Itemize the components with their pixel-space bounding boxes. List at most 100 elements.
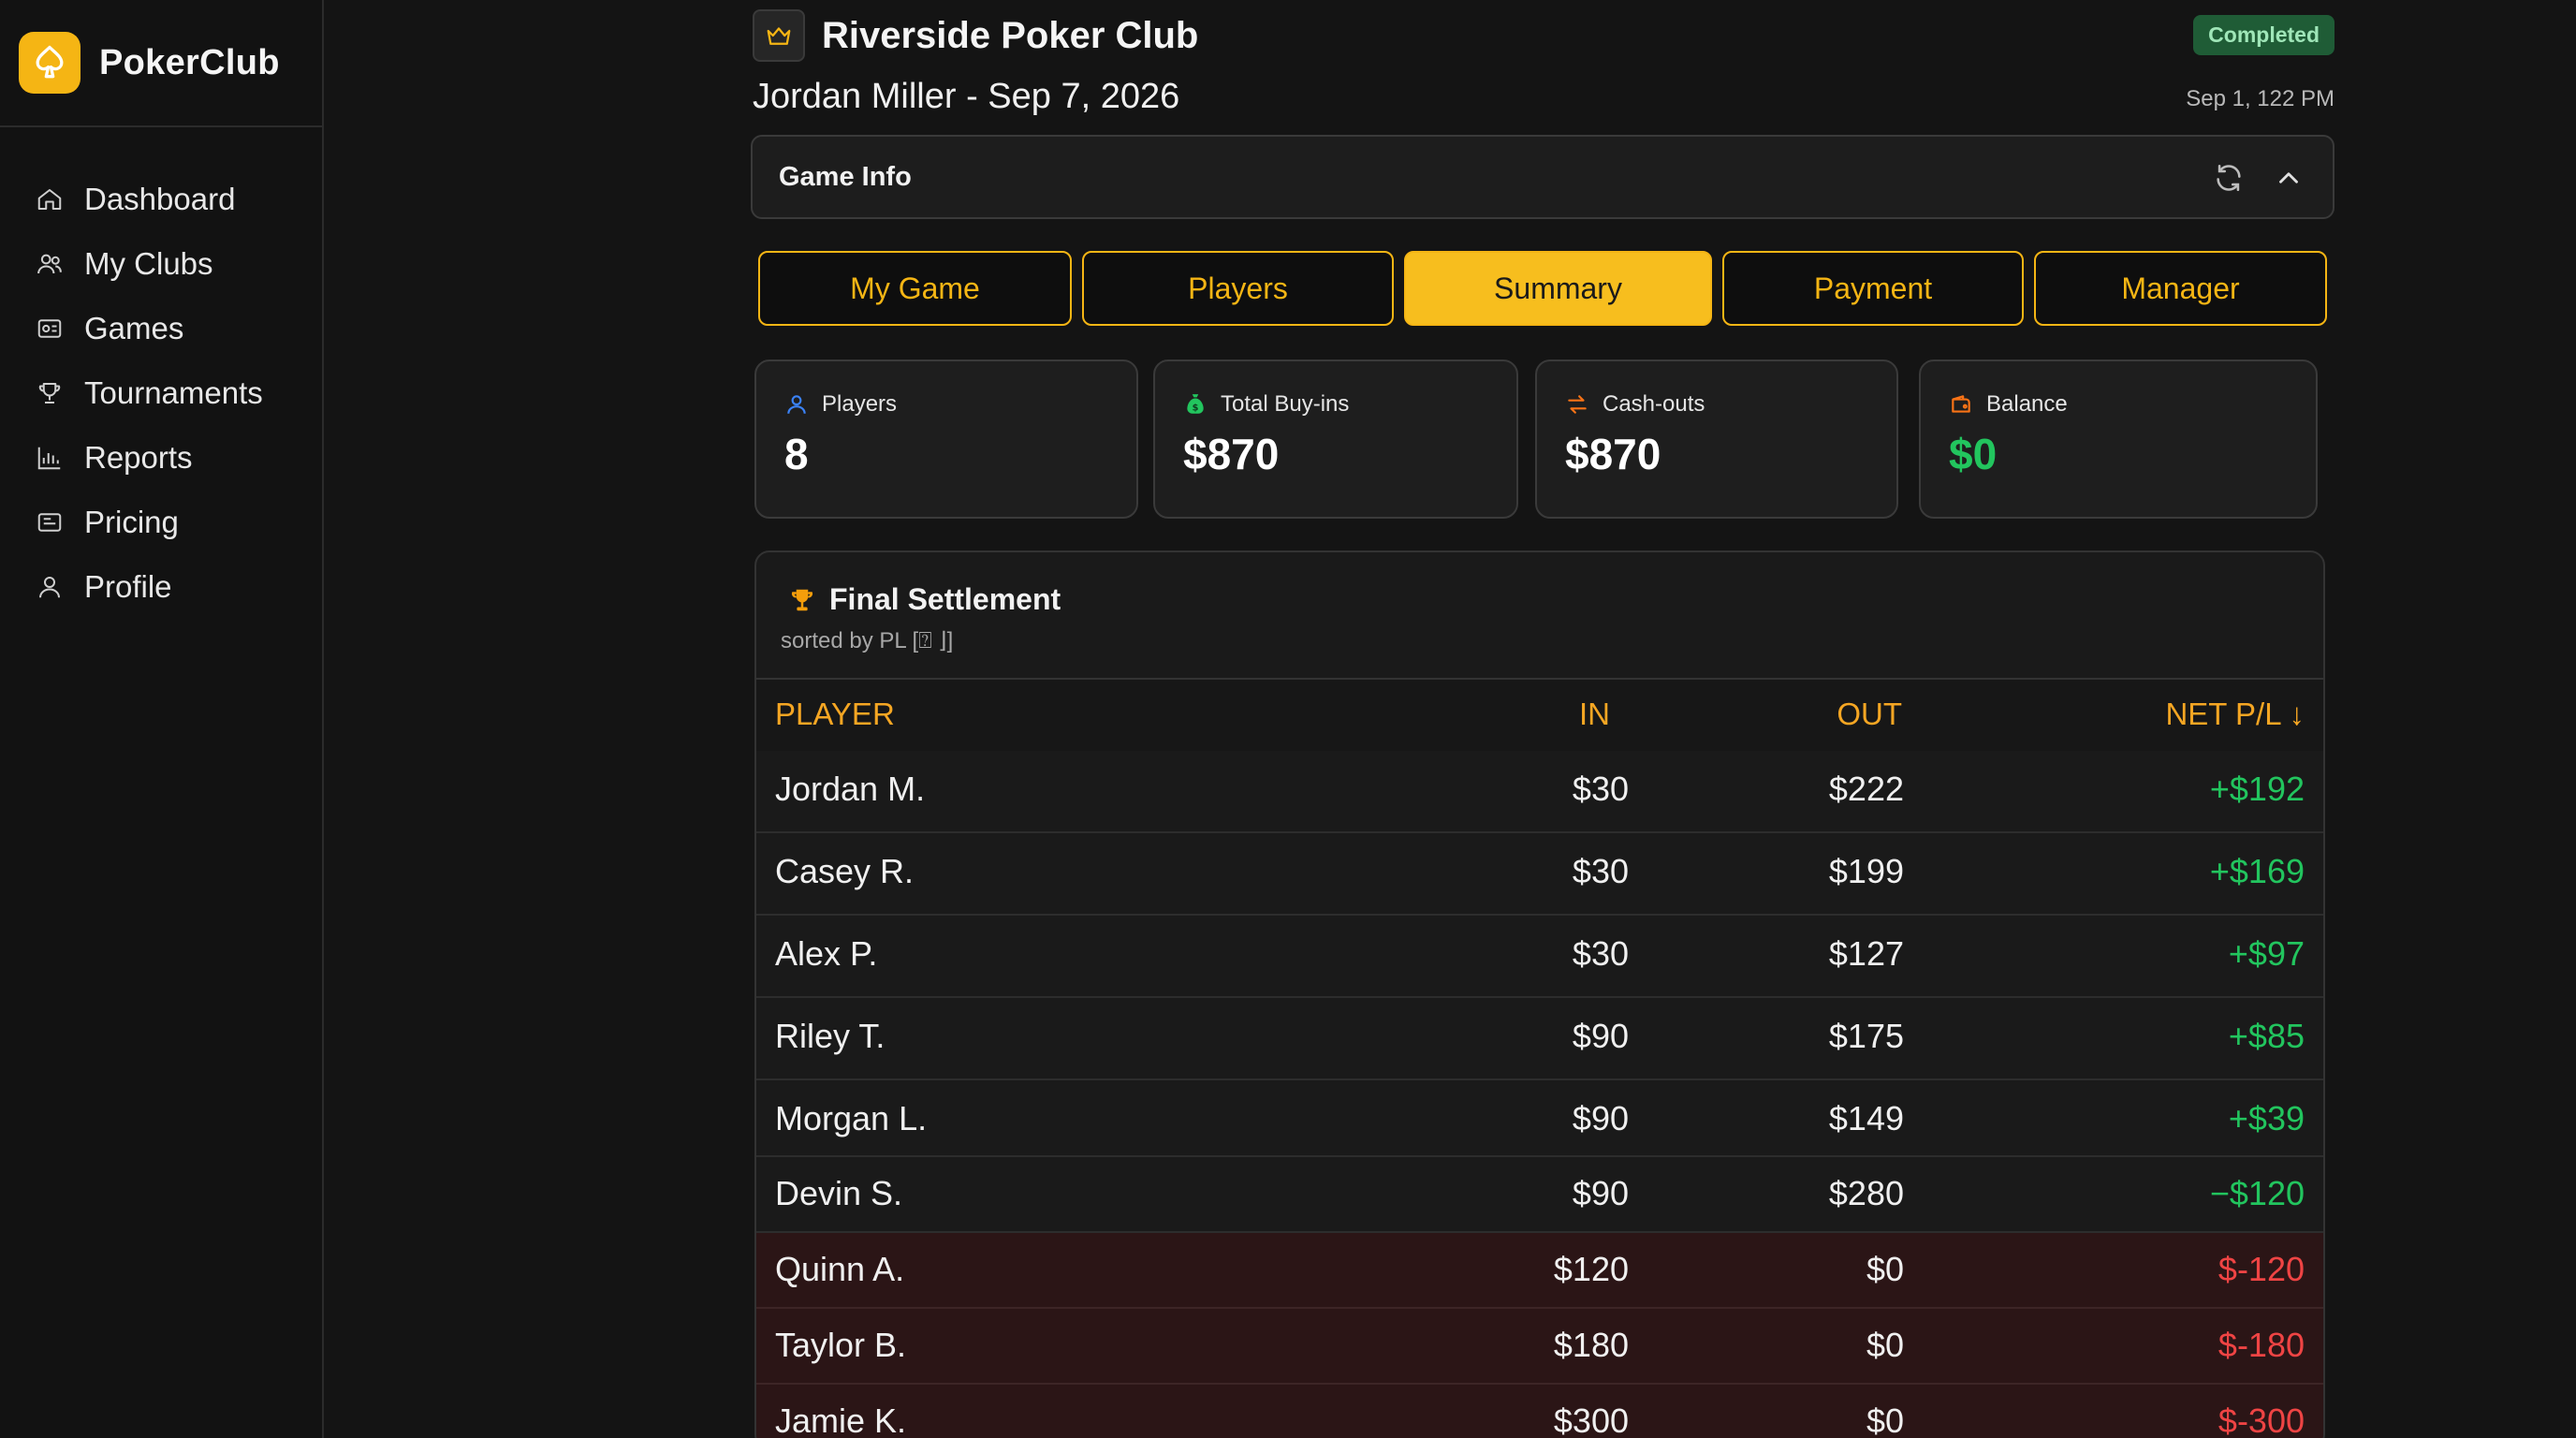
stat-label: Cash-outs	[1603, 391, 1705, 417]
net-pl: +$85	[2228, 1017, 2305, 1055]
tab-players[interactable]: Players	[1082, 251, 1394, 326]
column-header-in[interactable]: IN	[1579, 697, 1610, 732]
game-info-title: Game Info	[779, 161, 912, 192]
stat-value: $870	[1183, 430, 1280, 478]
wallet-icon	[1952, 395, 1970, 413]
buy-in-amount: $30	[1572, 852, 1629, 890]
trophy-icon	[38, 382, 61, 404]
sidebar-item-label: Tournaments	[84, 374, 263, 410]
club-name: Riverside Poker Club	[822, 14, 1199, 56]
player-name: Jordan M.	[775, 770, 926, 808]
table-body: Jordan M. $30 $222 +$192 Casey R. $30 $1…	[756, 751, 2323, 1438]
tab-my-game[interactable]: My Game	[758, 251, 1072, 326]
stat-label: Balance	[1986, 391, 2068, 417]
crown-icon	[753, 9, 805, 62]
player-name: Riley T.	[775, 1017, 886, 1055]
stat-card-cash-outs: Cash-outs $870	[1535, 360, 1898, 519]
player-name: Quinn A.	[775, 1250, 905, 1288]
sidebar-item-games[interactable]: Games	[0, 296, 322, 360]
net-pl: $-120	[2217, 1250, 2305, 1288]
svg-text:$: $	[1193, 404, 1199, 414]
buy-in-amount: $30	[1572, 934, 1629, 973]
stat-value: $870	[1565, 430, 1661, 478]
table-header: PLAYER IN OUT NET P/L ↓	[756, 680, 2323, 751]
cash-out-amount: $0	[1866, 1401, 1904, 1438]
sort-indicator[interactable]: sorted by PL [⍰ ⌋]	[781, 627, 953, 654]
cash-out-amount: $127	[1828, 934, 1904, 973]
table-row: Jordan M. $30 $222 +$192	[756, 751, 2323, 833]
settlement-header: Final Settlement sorted by PL [⍰ ⌋]	[756, 552, 2323, 680]
table-row: Taylor B. $180 $0 $-180	[756, 1309, 2323, 1385]
final-settlement-panel: Final Settlement sorted by PL [⍰ ⌋] PLAY…	[754, 550, 2325, 1438]
player-name: Jamie K.	[775, 1401, 907, 1438]
buy-in-amount: $90	[1572, 1017, 1629, 1055]
sidebar-item-tournaments[interactable]: Tournaments	[0, 360, 322, 425]
sidebar-item-dashboard[interactable]: Dashboard	[0, 167, 322, 231]
sidebar-item-pricing[interactable]: Pricing	[0, 490, 322, 554]
cash-out-amount: $175	[1828, 1017, 1904, 1055]
net-pl: +$97	[2228, 934, 2305, 973]
net-pl: $-180	[2217, 1326, 2305, 1364]
game-subtitle: Jordan Miller - Sep 7, 2026	[753, 77, 1180, 116]
cash-out-amount: $0	[1866, 1250, 1904, 1288]
money-bag-icon: $	[1187, 394, 1204, 414]
player-name: Alex P.	[775, 934, 878, 973]
table-row: Casey R. $30 $199 +$169	[756, 833, 2323, 916]
chevron-up-icon[interactable]	[2273, 162, 2305, 194]
users-icon	[37, 254, 62, 273]
table-row: Alex P. $30 $127 +$97	[756, 916, 2323, 998]
sidebar-item-my-clubs[interactable]: My Clubs	[0, 231, 322, 296]
column-header-player[interactable]: PLAYER	[775, 697, 895, 732]
table-row: Jamie K. $300 $0 $-300	[756, 1385, 2323, 1438]
column-header-out[interactable]: OUT	[1837, 697, 1902, 732]
buy-in-amount: $300	[1553, 1401, 1629, 1438]
stat-label: Total Buy-ins	[1221, 391, 1350, 417]
tab-manager[interactable]: Manager	[2034, 251, 2327, 326]
cash-out-amount: $222	[1828, 770, 1904, 808]
title-row: Riverside Poker Club Completed	[751, 0, 2334, 71]
table-row: Quinn A. $120 $0 $-120	[756, 1233, 2323, 1309]
cards-icon	[37, 318, 62, 338]
stat-card-total-buy-ins: $ Total Buy-ins $870	[1153, 360, 1518, 519]
net-pl: −$120	[2209, 1174, 2305, 1212]
sidebar-item-reports[interactable]: Reports	[0, 425, 322, 490]
game-info-panel[interactable]: Game Info	[751, 135, 2334, 219]
main-content: Riverside Poker Club Completed Jordan Mi…	[324, 0, 2576, 1438]
stat-label: Players	[822, 391, 898, 417]
player-name: Casey R.	[775, 852, 915, 890]
refresh-icon[interactable]	[2213, 162, 2245, 194]
net-pl: $-300	[2217, 1401, 2305, 1438]
game-container: Riverside Poker Club Completed Jordan Mi…	[751, 0, 2334, 1438]
cash-out-amount: $0	[1866, 1326, 1904, 1364]
table-row: Devin S. $90 $280 −$120	[756, 1157, 2323, 1233]
sidebar-item-profile[interactable]: Profile	[0, 554, 322, 619]
stat-value: $0	[1949, 430, 1998, 478]
column-header-net[interactable]: NET P/L ↓	[2165, 697, 2305, 732]
tab-bar: My Game Players Summary Payment Manager	[751, 251, 2334, 328]
cash-out-amount: $149	[1828, 1099, 1904, 1137]
tag-icon	[37, 512, 62, 532]
home-icon	[37, 188, 62, 210]
sidebar-item-label: Profile	[84, 568, 172, 604]
sidebar-nav: Dashboard My Clubs Games Tournaments Rep…	[0, 127, 322, 619]
table-row: Riley T. $90 $175 +$85	[756, 998, 2323, 1080]
sidebar-item-label: Pricing	[84, 504, 179, 539]
spade-logo-icon	[19, 32, 80, 94]
tab-payment[interactable]: Payment	[1722, 251, 2024, 326]
trophy-icon	[791, 589, 813, 610]
player-name: Taylor B.	[775, 1326, 907, 1364]
user-icon	[39, 576, 60, 597]
tab-summary[interactable]: Summary	[1404, 251, 1712, 326]
player-name: Morgan L.	[775, 1099, 928, 1137]
buy-in-amount: $180	[1553, 1326, 1629, 1364]
table-row: Morgan L. $90 $149 +$39	[756, 1080, 2323, 1157]
buy-in-amount: $30	[1572, 770, 1629, 808]
stats-row: Players 8 $ Total Buy-ins $870 Cash-outs	[751, 360, 2334, 519]
sidebar-item-label: Reports	[84, 439, 193, 475]
brand-name: PokerClub	[99, 42, 280, 82]
status-badge: Completed	[2193, 15, 2334, 55]
brand[interactable]: PokerClub	[0, 0, 322, 127]
net-pl: +$192	[2209, 770, 2305, 808]
chart-icon	[37, 447, 61, 469]
buy-in-amount: $90	[1572, 1174, 1629, 1212]
